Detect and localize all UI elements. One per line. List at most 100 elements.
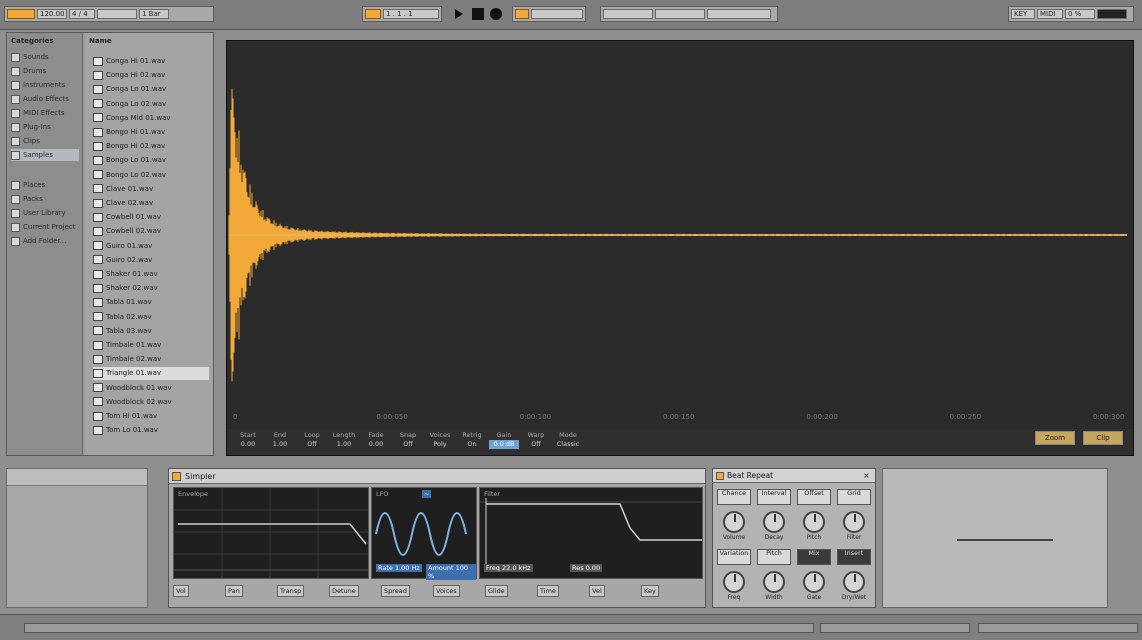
- effect-mode-button[interactable]: Variation: [717, 549, 751, 565]
- browser-file-item[interactable]: Tabla 02.wav: [93, 311, 209, 324]
- browser-place-item[interactable]: User Library: [11, 207, 79, 219]
- browser-place-item[interactable]: Instruments: [11, 79, 79, 91]
- signature-field[interactable]: 4 / 4: [69, 9, 95, 19]
- midi-map-button[interactable]: MIDI: [1037, 9, 1063, 19]
- instrument-param-chip[interactable]: Vel: [589, 585, 605, 597]
- browser-file-item[interactable]: Guiro 02.wav: [93, 254, 209, 267]
- instrument-param-chip[interactable]: Vol: [173, 585, 189, 597]
- browser-file-item[interactable]: Clave 02.wav: [93, 197, 209, 210]
- instrument-param-chip[interactable]: Voices: [433, 585, 460, 597]
- quantize-menu[interactable]: 1 Bar: [139, 9, 169, 19]
- effect-knob[interactable]: [803, 511, 825, 533]
- browser-file-item[interactable]: Conga Lo 01.wav: [93, 83, 209, 96]
- effect-mode-button[interactable]: Insert: [837, 549, 871, 565]
- envelope-graph[interactable]: [174, 488, 368, 578]
- sample-control[interactable]: Warp Off: [521, 431, 551, 449]
- sample-control-value[interactable]: On: [457, 440, 487, 449]
- browser-file-item[interactable]: Tom Hi 01.wav: [93, 410, 209, 423]
- effect-mode-button[interactable]: Pitch: [757, 549, 791, 565]
- envelope-panel[interactable]: Envelope: [173, 487, 369, 579]
- sample-control[interactable]: Loop Off: [297, 431, 327, 449]
- filter-panel[interactable]: Filter Freq 22.0 kHz Res 0.00: [479, 487, 703, 579]
- effect-power-icon[interactable]: [716, 472, 724, 480]
- sample-control-value[interactable]: Off: [521, 440, 551, 449]
- sample-control[interactable]: Length 1.00: [329, 431, 359, 449]
- browser-file-item[interactable]: Timbale 01.wav: [93, 339, 209, 352]
- instrument-param-chip[interactable]: Glide: [485, 585, 508, 597]
- browser-place-item[interactable]: Packs: [11, 193, 79, 205]
- browser-place-item[interactable]: Audio Effects: [11, 93, 79, 105]
- browser-place-item[interactable]: Sounds: [11, 51, 79, 63]
- effect-close-icon[interactable]: ×: [863, 471, 873, 481]
- browser-place-item[interactable]: MIDI Effects: [11, 107, 79, 119]
- tap-tempo-button[interactable]: [7, 9, 35, 19]
- browser-file-item[interactable]: Tabla 01.wav: [93, 296, 209, 309]
- sample-view-button[interactable]: Zoom: [1035, 431, 1075, 445]
- effect-knob[interactable]: [843, 571, 865, 593]
- effect-knob[interactable]: [843, 511, 865, 533]
- sample-waveform-view[interactable]: 0 0:00:050 0:00:100 0:00:150 0:00:200 0:00:25…: [226, 40, 1134, 456]
- sample-control-value[interactable]: 1.00: [265, 440, 295, 449]
- sample-control-value[interactable]: 1.00: [329, 440, 359, 449]
- sample-control[interactable]: Mode Classic: [553, 431, 583, 449]
- song-position-field[interactable]: 1 . 1 . 1: [383, 9, 439, 19]
- effect-knob[interactable]: [763, 571, 785, 593]
- sample-control-value[interactable]: Off: [393, 440, 423, 449]
- follow-button[interactable]: [365, 9, 381, 19]
- effect-mode-button[interactable]: Interval: [757, 489, 791, 505]
- instrument-param-chip[interactable]: Transp: [277, 585, 305, 597]
- browser-file-item[interactable]: Woodblock 01.wav: [93, 382, 209, 395]
- instrument-param-chip[interactable]: Spread: [381, 585, 410, 597]
- waveform-display[interactable]: [227, 41, 1133, 413]
- sample-control-value[interactable]: 0.0 dB: [489, 440, 519, 449]
- sample-control-value[interactable]: 0.00: [233, 440, 263, 449]
- browser-place-item[interactable]: Places: [11, 179, 79, 191]
- stop-icon[interactable]: [472, 8, 484, 20]
- sample-control[interactable]: End 1.00: [265, 431, 295, 449]
- lfo-amount-readout[interactable]: Amount 100 %: [426, 564, 476, 580]
- instrument-param-chip[interactable]: Key: [641, 585, 659, 597]
- browser-place-item[interactable]: Drums: [11, 65, 79, 77]
- sample-control-value[interactable]: Poly: [425, 440, 455, 449]
- loop-start-field[interactable]: [603, 9, 653, 19]
- browser-file-item[interactable]: Bongo Lo 01.wav: [93, 154, 209, 167]
- browser-place-item[interactable]: Samples: [11, 149, 79, 161]
- browser-file-item[interactable]: Tabla 03.wav: [93, 325, 209, 338]
- browser-file-item[interactable]: Tom Lo 01.wav: [93, 424, 209, 437]
- play-icon[interactable]: [454, 8, 464, 20]
- browser-file-item[interactable]: Clave 01.wav: [93, 183, 209, 196]
- sample-control[interactable]: Fade 0.00: [361, 431, 391, 449]
- sample-control[interactable]: Snap Off: [393, 431, 423, 449]
- browser-file-item[interactable]: Woodblock 02.wav: [93, 396, 209, 409]
- effect-mode-button[interactable]: Chance: [717, 489, 751, 505]
- record-icon[interactable]: [490, 8, 502, 20]
- sample-control[interactable]: Retrig On: [457, 431, 487, 449]
- browser-file-item[interactable]: Bongo Lo 02.wav: [93, 169, 209, 182]
- browser-file-item[interactable]: Bongo Hi 01.wav: [93, 126, 209, 139]
- filter-res-readout[interactable]: Res 0.00: [570, 564, 603, 572]
- effect-mode-button[interactable]: Mix: [797, 549, 831, 565]
- device-power-icon[interactable]: [172, 472, 181, 481]
- effect-mode-button[interactable]: Offset: [797, 489, 831, 505]
- instrument-param-chip[interactable]: Time: [537, 585, 559, 597]
- instrument-param-chip[interactable]: Detune: [329, 585, 359, 597]
- key-map-button[interactable]: KEY: [1011, 9, 1035, 19]
- automation-arm-button[interactable]: [531, 9, 583, 19]
- browser-file-item[interactable]: Cowbell 01.wav: [93, 211, 209, 224]
- browser-file-item[interactable]: Triangle 01.wav: [93, 367, 209, 381]
- browser-file-item[interactable]: Shaker 02.wav: [93, 282, 209, 295]
- sample-control[interactable]: Voices Poly: [425, 431, 455, 449]
- browser-place-item[interactable]: Add Folder...: [11, 235, 79, 247]
- effect-knob[interactable]: [723, 571, 745, 593]
- effect-knob[interactable]: [763, 511, 785, 533]
- browser-file-item[interactable]: Timbale 02.wav: [93, 353, 209, 366]
- sample-control[interactable]: Gain 0.0 dB: [489, 431, 519, 449]
- metronome-button[interactable]: [97, 9, 137, 19]
- browser-place-item[interactable]: Plug-Ins: [11, 121, 79, 133]
- sample-control-value[interactable]: Classic: [553, 440, 583, 449]
- tempo-field[interactable]: 120.00: [37, 9, 67, 19]
- browser-file-item[interactable]: Conga Lo 02.wav: [93, 98, 209, 111]
- effect-knob[interactable]: [803, 571, 825, 593]
- effect-knob[interactable]: [723, 511, 745, 533]
- browser-file-item[interactable]: Conga Mid 01.wav: [93, 112, 209, 125]
